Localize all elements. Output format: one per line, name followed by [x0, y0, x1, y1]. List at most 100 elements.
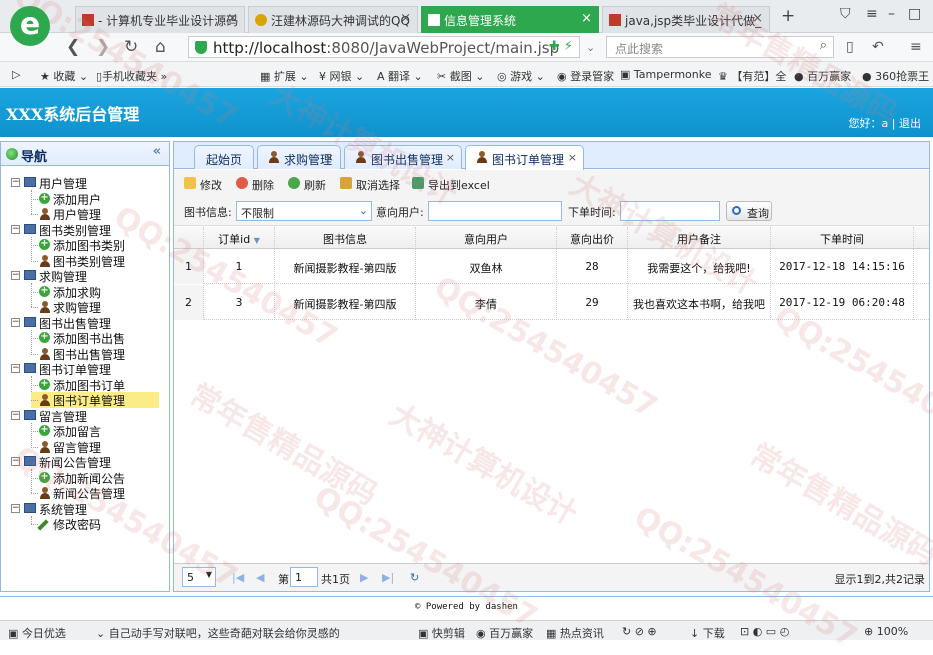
bookmark-extensions[interactable]: ▦ 扩展 ⌄: [260, 68, 309, 84]
header-time[interactable]: 下单时间: [771, 227, 914, 249]
tab-title: 汪建林源码大神调试的QQ: [271, 14, 410, 28]
browser-tab-3[interactable]: 信息管理系统 ×: [421, 6, 599, 33]
table-row[interactable]: 1 1 新闻摄影教程-第四版 双鱼林 28 我需要这个，给我吧! 2017-12-18 14…: [174, 249, 929, 284]
search-icon[interactable]: ⌕: [820, 38, 827, 53]
tab-sale[interactable]: 图书出售管理 ×: [344, 145, 462, 169]
close-icon[interactable]: ×: [568, 151, 577, 164]
minimize-icon[interactable]: –: [888, 6, 895, 22]
speed-icon[interactable]: ✚ ⚡: [549, 39, 573, 54]
record-summary: 显示1到2,共2记录: [834, 573, 926, 586]
table-row[interactable]: 2 3 新闻摄影教程-第四版 李倩 29 我也喜欢这本书啊，给我吧 2017-12-19 0…: [174, 285, 929, 320]
collapse-icon[interactable]: −: [11, 364, 20, 373]
edit-button[interactable]: 修改: [184, 177, 222, 193]
collapse-icon[interactable]: −: [11, 271, 20, 280]
bookmark-login[interactable]: ◉ 登录管家: [557, 68, 614, 84]
collapse-icon[interactable]: −: [11, 503, 20, 513]
browser-tab-4[interactable]: java,jsp类毕业设计代做_ ×: [602, 6, 770, 33]
bookmark-winner[interactable]: ● 百万赢家: [794, 68, 851, 84]
logout-link[interactable]: 退出: [899, 117, 921, 130]
bookmark-games[interactable]: ◎ 游戏 ⌄: [497, 68, 545, 84]
header-user[interactable]: 意向用户: [416, 227, 557, 249]
close-icon[interactable]: ×: [227, 11, 238, 26]
deselect-button[interactable]: 取消选择: [340, 177, 400, 193]
news-ticker[interactable]: ⌄ 自己动手写对联吧，这些奇葩对联会给你灵感的: [96, 625, 340, 641]
header-price[interactable]: 意向出价: [557, 227, 628, 249]
bookmark-screenshot[interactable]: ✂ 截图 ⌄: [437, 68, 484, 84]
shirt-icon[interactable]: ⛉: [840, 6, 851, 22]
collapse-icon[interactable]: −: [11, 178, 20, 187]
search-input[interactable]: 点此搜索 ⌕: [606, 36, 834, 58]
user-icon: [39, 301, 50, 313]
tree-line: [31, 493, 38, 494]
app-title: XXX系统后台管理: [6, 105, 140, 124]
bookmark-mobile[interactable]: ▯手机收藏夹 »: [96, 68, 167, 84]
browser-tab-1[interactable]: - 计算机专业毕业设计源码 ×: [75, 6, 245, 33]
bookmark-translate[interactable]: A 翻译 ⌄: [377, 68, 423, 84]
bookmark-360[interactable]: ● 360抢票王: [862, 68, 929, 84]
refresh-button[interactable]: 刷新: [288, 177, 326, 193]
menu-icon[interactable]: ≡: [866, 6, 878, 22]
search-placeholder: 点此搜索: [615, 42, 664, 56]
book-filter-select[interactable]: 不限制 ⌄: [236, 201, 372, 221]
back-icon[interactable]: ❮: [66, 37, 80, 57]
delete-button[interactable]: 删除: [236, 177, 274, 193]
collapse-icon[interactable]: −: [11, 410, 20, 420]
sidebar-group-label: 图书订单管理: [39, 363, 112, 377]
bookmark-tampermonkey[interactable]: ▣ Tampermonke: [620, 68, 712, 81]
reload-icon[interactable]: ↻: [410, 571, 419, 584]
export-button[interactable]: 导出到excel: [412, 177, 490, 193]
tab-home[interactable]: 起始页: [194, 145, 254, 169]
collapse-icon[interactable]: −: [11, 317, 20, 327]
download-button[interactable]: ↓ 下载: [690, 625, 725, 641]
time-filter-input[interactable]: [620, 201, 720, 221]
add-icon: +: [39, 470, 50, 483]
tree-line: [31, 515, 32, 524]
close-icon[interactable]: ×: [400, 11, 411, 26]
daily-picks[interactable]: ▣ 今日优选: [8, 625, 66, 641]
next-page-icon[interactable]: ▶: [360, 571, 368, 584]
header-order-id[interactable]: 订单id ▼: [204, 227, 275, 249]
collapse-icon[interactable]: −: [11, 224, 20, 234]
tab-order[interactable]: 图书订单管理 ×: [465, 145, 584, 170]
bookmark-bank[interactable]: ¥ 网银 ⌄: [319, 68, 364, 84]
new-tab-button[interactable]: +: [781, 6, 795, 26]
close-icon[interactable]: ×: [325, 151, 334, 164]
bookmark-favorites[interactable]: ★ 收藏 ⌄: [40, 68, 88, 84]
prev-page-icon[interactable]: ◀: [256, 571, 264, 584]
browser-tab-2[interactable]: 汪建林源码大神调试的QQ ×: [248, 6, 418, 33]
collapse-icon[interactable]: −: [11, 457, 20, 466]
sidebar-item[interactable]: 图书订单管理: [31, 392, 159, 408]
zoom-level[interactable]: ⊕ 100%: [864, 625, 908, 638]
user-filter-input[interactable]: [428, 201, 562, 221]
forward-icon[interactable]: ❯: [96, 37, 110, 57]
close-icon[interactable]: ×: [752, 11, 763, 26]
undo-icon[interactable]: ↶: [872, 39, 884, 55]
collapse-icon[interactable]: «: [153, 144, 161, 159]
sidebar-toggle-icon[interactable]: ▷: [12, 68, 20, 81]
computer-icon: [24, 456, 36, 466]
more-icon[interactable]: ≡: [910, 39, 922, 55]
quick-edit[interactable]: ▣ 快剪辑: [418, 625, 465, 641]
last-page-icon[interactable]: ▶|: [382, 571, 394, 584]
close-icon[interactable]: ×: [446, 151, 455, 164]
tab-purchase[interactable]: 求购管理 ×: [257, 145, 341, 169]
maximize-icon[interactable]: □: [908, 6, 921, 22]
tree-line: [31, 469, 32, 493]
header-note[interactable]: 用户备注: [628, 227, 771, 249]
bookmark-youfan[interactable]: ♛ 【有范】全: [718, 68, 786, 84]
close-icon[interactable]: ×: [581, 11, 592, 26]
query-button[interactable]: 查询: [726, 201, 772, 221]
home-icon[interactable]: ⌂: [155, 37, 166, 57]
reload-icon[interactable]: ↻: [124, 37, 138, 57]
header-book[interactable]: 图书信息: [275, 227, 416, 249]
user-box: 您好：a | 退出: [848, 117, 921, 130]
phone-icon[interactable]: ▯: [846, 39, 854, 55]
browser-logo-icon[interactable]: e: [10, 6, 50, 46]
million-winner[interactable]: ◉ 百万赢家: [476, 625, 533, 641]
url-field[interactable]: http://localhost:8080/JavaWebProject/mai…: [188, 36, 580, 58]
page-size-select[interactable]: 5 ▼: [182, 567, 216, 587]
chevron-down-icon[interactable]: ⌄: [586, 41, 595, 54]
page-number-input[interactable]: 1: [290, 567, 318, 587]
hot-news[interactable]: ▦ 热点资讯: [546, 625, 604, 641]
first-page-icon[interactable]: |◀: [232, 571, 244, 584]
